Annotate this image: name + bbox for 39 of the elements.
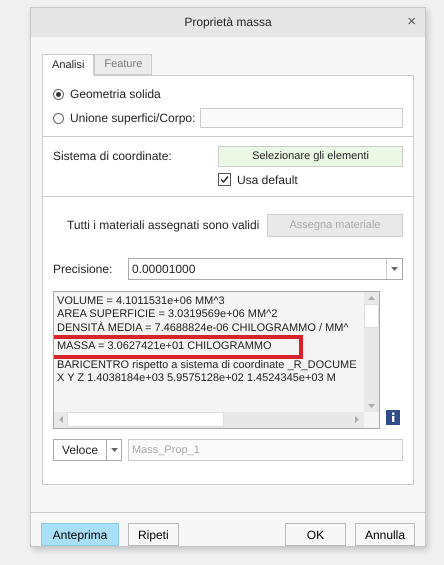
tab[interactable]: Analisi — [42, 54, 94, 76]
result-line: X Y Z 1.4038184e+03 5.9575128e+02 1.4524345e+03 M — [57, 372, 337, 386]
radio-label: Geometria solida — [70, 87, 161, 102]
caret-icon — [110, 448, 118, 452]
vertical-scrollbar[interactable] — [364, 292, 379, 412]
name-field[interactable]: Mass_Prop_1 — [128, 438, 403, 461]
up-arrow-icon — [368, 296, 375, 300]
selector-field[interactable]: Selezionare gli elementi — [218, 146, 403, 167]
right-arrow-icon — [355, 416, 359, 424]
precision-dropdown[interactable]: 0.00001000 — [128, 258, 403, 280]
result-line: MASSA = 3.0627421e+01 CHILOGRAMMO — [57, 340, 273, 354]
checkbox-label: Usa default — [237, 172, 298, 187]
horizontal-scrollbar[interactable] — [54, 412, 364, 428]
checkbox[interactable] — [218, 173, 231, 186]
button[interactable]: Annulla — [354, 523, 415, 546]
field-label: Sistema di coordinate: — [53, 149, 173, 164]
window-title: Proprietà massa — [184, 15, 272, 30]
field-label: Precisione: — [53, 262, 114, 276]
button[interactable]: Anteprima — [41, 523, 119, 546]
status-message: Tutti i materiali assegnati sono validi — [67, 218, 260, 232]
button[interactable]: OK — [284, 523, 346, 546]
radio-label: Unione superfici/Corpo: — [70, 111, 196, 126]
result-line: AREA SUPERFICIE = 3.0319569e+06 MM^2 — [57, 308, 278, 322]
info-icon — [386, 410, 400, 425]
caret-icon — [391, 266, 398, 271]
down-arrow-icon — [368, 404, 375, 408]
left-arrow-icon — [59, 416, 63, 424]
scrollbar-thumb[interactable] — [67, 412, 224, 428]
button[interactable]: Ripeti — [128, 523, 179, 546]
result-line: VOLUME = 4.1011531e+06 MM^3 — [57, 294, 226, 308]
mode-dropdown[interactable]: Veloce — [53, 438, 122, 461]
tab[interactable]: Feature — [94, 54, 152, 75]
result-line: DENSITÀ MEDIA = 7.4688824e-06 CHILOGRAMMO / MM^ — [57, 322, 350, 336]
radio-button[interactable] — [53, 112, 64, 124]
input-field[interactable] — [200, 108, 403, 128]
radio-button[interactable] — [53, 88, 64, 100]
result-line: BARICENTRO rispetto a sistema di coordinate _R_DOCUME — [57, 358, 358, 372]
close-button[interactable]: × — [404, 14, 419, 30]
scrollbar-thumb[interactable] — [364, 304, 379, 328]
